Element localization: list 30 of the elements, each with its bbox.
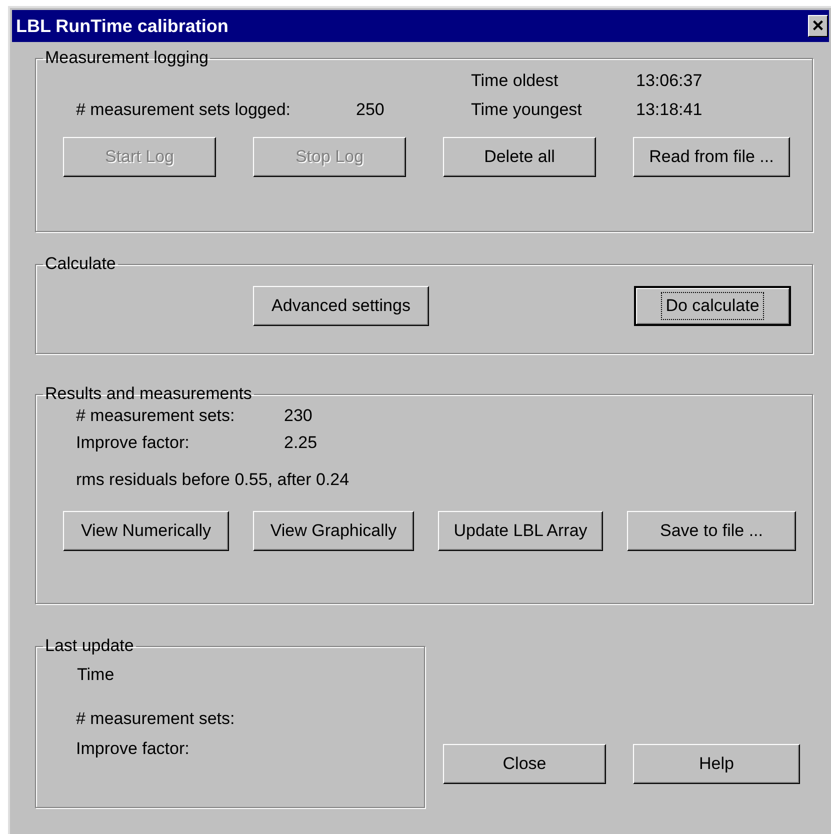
window-title: LBL RunTime calibration: [16, 14, 228, 38]
action-button[interactable]: Advanced settings: [253, 286, 429, 326]
residuals-text: rms residuals before 0.55, after 0.24: [76, 469, 350, 491]
time-label: Time youngest: [471, 99, 583, 121]
action-button[interactable]: Save to file ...: [627, 511, 796, 551]
group-title: Calculate: [44, 254, 117, 274]
action-button[interactable]: Close: [443, 744, 606, 784]
time-value: 13:18:41: [636, 99, 702, 121]
action-button[interactable]: View Graphically: [253, 511, 414, 551]
group-title: Measurement logging: [44, 48, 210, 68]
count-label: # measurement sets:: [76, 708, 235, 730]
count-label: # measurement sets:: [76, 405, 236, 427]
action-button[interactable]: Delete all: [443, 137, 596, 177]
factor-label: Improve factor:: [76, 738, 190, 760]
count-value: 230: [284, 405, 312, 427]
time-label: Time: [77, 664, 114, 686]
action-button[interactable]: View Numerically: [63, 511, 229, 551]
time-label: Time oldest: [471, 70, 560, 92]
default-button[interactable]: Do calculate: [634, 286, 791, 326]
group-title: Results and measurements: [44, 384, 253, 404]
time-value: 13:06:37: [636, 70, 702, 92]
action-button[interactable]: Read from file ...: [633, 137, 790, 177]
factor-value: 2.25: [284, 432, 318, 454]
action-button[interactable]: Update LBL Array: [438, 511, 603, 551]
group-title: Last update: [44, 636, 135, 656]
count-value: 250: [356, 99, 386, 121]
count-label: # measurement sets logged:: [76, 99, 292, 121]
close-button[interactable]: ×: [808, 15, 828, 37]
action-button[interactable]: Help: [633, 744, 800, 784]
factor-label: Improve factor:: [76, 432, 190, 454]
